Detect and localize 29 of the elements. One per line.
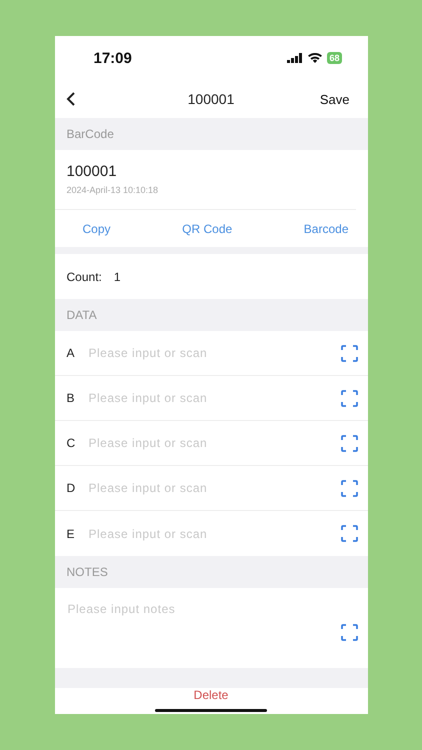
save-button[interactable]: Save bbox=[320, 92, 350, 106]
scan-icon[interactable] bbox=[340, 624, 358, 640]
battery-level: 68 bbox=[327, 52, 342, 64]
field-label: A bbox=[66, 346, 76, 360]
scan-icon[interactable] bbox=[340, 344, 358, 362]
field-label: C bbox=[66, 436, 76, 450]
wifi-icon bbox=[308, 53, 322, 63]
section-header: BarCode bbox=[54, 118, 368, 150]
scan-icon[interactable] bbox=[340, 434, 358, 452]
count-label: Count: bbox=[66, 270, 102, 284]
action-link[interactable]: QR Code bbox=[182, 222, 232, 236]
timestamp: 2024-April-13 10:10:18 bbox=[66, 185, 160, 195]
scan-icon[interactable] bbox=[340, 525, 358, 542]
field-label: D bbox=[66, 481, 76, 495]
section-header: NOTES bbox=[54, 556, 368, 588]
scan-icon[interactable] bbox=[340, 480, 358, 496]
back-button[interactable] bbox=[64, 91, 76, 107]
status-time: 17:09 bbox=[94, 50, 132, 66]
field-label: B bbox=[66, 391, 76, 405]
section-header: DATA bbox=[54, 299, 368, 331]
field-label: E bbox=[66, 526, 76, 540]
signal-icon bbox=[287, 53, 304, 63]
delete-button[interactable]: Delete bbox=[194, 688, 228, 702]
scan-icon[interactable] bbox=[340, 390, 358, 406]
barcode-value: 100001 bbox=[66, 163, 118, 180]
count-value: 1 bbox=[114, 270, 121, 284]
action-link[interactable]: Copy bbox=[82, 222, 111, 236]
action-link[interactable]: Barcode bbox=[304, 222, 348, 236]
nav-title: 100001 bbox=[188, 91, 234, 107]
